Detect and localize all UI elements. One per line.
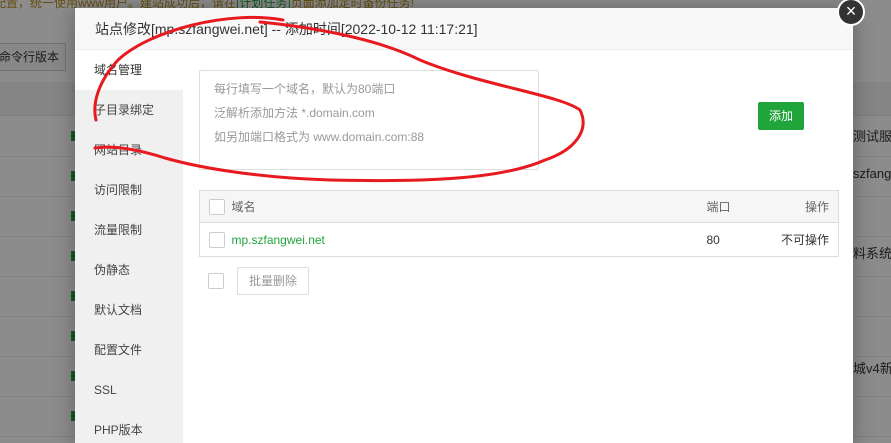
domain-textarea[interactable]: 每行填写一个域名，默认为80端口 泛解析添加方法 *.domain.com 如另… bbox=[199, 70, 539, 170]
placeholder-line: 泛解析添加方法 *.domain.com bbox=[214, 106, 375, 120]
table-header-row: 域名 端口 操作 bbox=[199, 190, 839, 223]
domain-table: 域名 端口 操作 mp.szfangwei.net 80 不可操作 bbox=[199, 190, 839, 257]
domain-column-header: 域名 bbox=[231, 190, 707, 223]
nav-item-default-doc[interactable]: 默认文档 bbox=[75, 290, 183, 330]
placeholder-line: 每行填写一个域名，默认为80端口 bbox=[214, 82, 396, 96]
op-column-header: 操作 bbox=[772, 190, 839, 223]
nav-item-domain-manage[interactable]: 域名管理 bbox=[75, 50, 183, 90]
op-cell: 不可操作 bbox=[780, 233, 829, 247]
domain-link[interactable]: mp.szfangwei.net bbox=[232, 233, 325, 247]
domain-manage-panel: 每行填写一个域名，默认为80端口 泛解析添加方法 *.domain.com 如另… bbox=[183, 50, 853, 443]
batch-delete-button[interactable]: 批量删除 bbox=[237, 267, 309, 295]
nav-item-ssl[interactable]: SSL bbox=[75, 370, 183, 410]
batch-checkbox[interactable] bbox=[208, 273, 224, 289]
modal-title: 站点修改[mp.szfangwei.net] -- 添加时间[2022-10-1… bbox=[75, 8, 853, 50]
placeholder-line: 如另加端口格式为 www.domain.com:88 bbox=[214, 130, 425, 144]
nav-item-access-limit[interactable]: 访问限制 bbox=[75, 170, 183, 210]
watermark-text: J9国际站备用 bbox=[648, 402, 833, 437]
nav-item-site-dir[interactable]: 网站目录 bbox=[75, 130, 183, 170]
modal-sidebar: 域名管理 子目录绑定 网站目录 访问限制 流量限制 伪静态 默认文档 配置文件 … bbox=[75, 50, 183, 443]
nav-item-config-file[interactable]: 配置文件 bbox=[75, 330, 183, 370]
port-cell: 80 bbox=[706, 232, 720, 247]
nav-item-php-version[interactable]: PHP版本 bbox=[75, 410, 183, 443]
table-row: mp.szfangwei.net 80 不可操作 bbox=[200, 223, 839, 257]
site-edit-modal: 站点修改[mp.szfangwei.net] -- 添加时间[2022-10-1… bbox=[75, 8, 853, 443]
nav-item-subdir-bind[interactable]: 子目录绑定 bbox=[75, 90, 183, 130]
add-domain-button[interactable]: 添加 bbox=[758, 102, 804, 130]
row-checkbox[interactable] bbox=[209, 231, 225, 248]
nav-item-traffic-limit[interactable]: 流量限制 bbox=[75, 210, 183, 250]
select-all-checkbox[interactable] bbox=[209, 198, 225, 215]
port-column-header: 端口 bbox=[706, 190, 773, 223]
nav-item-rewrite[interactable]: 伪静态 bbox=[75, 250, 183, 290]
